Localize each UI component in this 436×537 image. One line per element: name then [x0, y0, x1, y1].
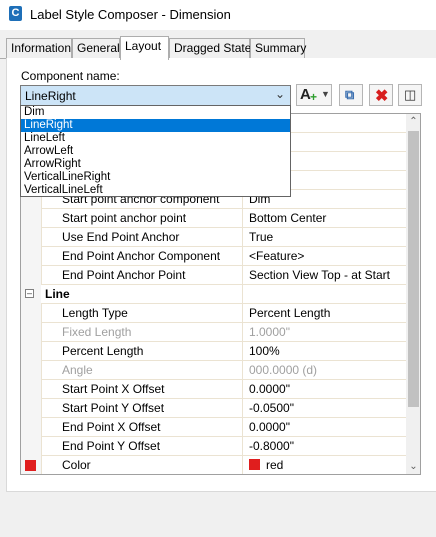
property-name: End Point Y Offset: [41, 437, 243, 456]
vertical-scrollbar[interactable]: ⌃ ⌄: [406, 114, 420, 474]
plus-icon: +: [310, 90, 318, 104]
scroll-down-icon[interactable]: ⌄: [406, 459, 420, 474]
table-row[interactable]: End Point Anchor Component <Feature>: [21, 247, 406, 266]
scrollbar-thumb[interactable]: [408, 131, 419, 407]
tab-summary[interactable]: Summary: [250, 38, 306, 59]
tab-information[interactable]: Information: [6, 38, 72, 59]
dropdown-option[interactable]: ArrowLeft: [21, 145, 290, 158]
dropdown-option[interactable]: Dim: [21, 106, 290, 119]
property-value[interactable]: Section View Top - at Start: [243, 266, 406, 285]
table-row[interactable]: Use End Point Anchor True: [21, 228, 406, 247]
property-value[interactable]: <Feature>: [243, 247, 406, 266]
delete-component-button[interactable]: ✖: [369, 84, 393, 106]
component-name-label: Component name:: [21, 69, 120, 83]
app-icon: C: [9, 6, 22, 21]
copy-component-icon: ⧉: [345, 87, 355, 102]
property-name: Use End Point Anchor: [41, 228, 243, 247]
property-name: Fixed Length: [41, 323, 243, 342]
chevron-down-icon[interactable]: ⌄: [275, 87, 285, 101]
category-row-line[interactable]: – Line: [21, 285, 406, 304]
title-bar: C Label Style Composer - Dimension: [0, 0, 436, 30]
table-row[interactable]: End Point Anchor Point Section View Top -…: [21, 266, 406, 285]
table-row[interactable]: End Point Y Offset -0.8000": [21, 437, 406, 456]
dropdown-option[interactable]: VerticalLineRight: [21, 171, 290, 184]
table-row: Angle 000.0000 (d): [21, 361, 406, 380]
dropdown-option[interactable]: ArrowRight: [21, 158, 290, 171]
color-swatch: [249, 459, 260, 470]
property-name: Length Type: [41, 304, 243, 323]
property-name: End Point Anchor Component: [41, 247, 243, 266]
component-name-value: LineRight: [25, 89, 76, 103]
copy-component-button[interactable]: ⧉: [339, 84, 363, 106]
property-value[interactable]: True: [243, 228, 406, 247]
property-value[interactable]: Percent Length: [243, 304, 406, 323]
collapse-icon[interactable]: –: [25, 289, 34, 298]
property-name: End Point X Offset: [41, 418, 243, 437]
category-label: Line: [41, 285, 243, 304]
scroll-up-icon[interactable]: ⌃: [406, 114, 420, 129]
property-value: 1.0000": [249, 325, 290, 339]
table-row[interactable]: End Point X Offset 0.0000": [21, 418, 406, 437]
property-value[interactable]: red: [243, 456, 406, 474]
property-value[interactable]: 0.0000": [243, 418, 406, 437]
delete-icon: ✖: [375, 88, 389, 105]
table-row[interactable]: Start point anchor point Bottom Center: [21, 209, 406, 228]
component-name-combo[interactable]: LineRight ⌄: [20, 85, 291, 106]
property-name: Angle: [41, 361, 243, 380]
tab-strip: Information General Layout Dragged State…: [0, 36, 436, 60]
dropdown-arrow-icon: ▼: [321, 89, 330, 99]
property-value[interactable]: 100%: [243, 342, 406, 361]
window-title: Label Style Composer - Dimension: [30, 7, 231, 22]
property-value[interactable]: Bottom Center: [243, 209, 406, 228]
property-name: Start point anchor point: [41, 209, 243, 228]
property-name: Start Point Y Offset: [41, 399, 243, 418]
color-swatch: [25, 460, 36, 471]
table-row[interactable]: Start Point X Offset 0.0000": [21, 380, 406, 399]
draw-order-button[interactable]: ◫: [398, 84, 422, 106]
tab-layout[interactable]: Layout: [120, 36, 169, 60]
property-value[interactable]: -0.8000": [243, 437, 406, 456]
property-name: Start Point X Offset: [41, 380, 243, 399]
table-row[interactable]: Color red: [21, 456, 406, 474]
property-name: Color: [41, 456, 243, 474]
property-name: End Point Anchor Point: [41, 266, 243, 285]
table-row[interactable]: Start Point Y Offset -0.0500": [21, 399, 406, 418]
property-value[interactable]: -0.0500": [243, 399, 406, 418]
table-row[interactable]: Percent Length 100%: [21, 342, 406, 361]
color-value: red: [266, 458, 284, 472]
table-row: Fixed Length 1.0000": [21, 323, 406, 342]
dropdown-option[interactable]: LineLeft: [21, 132, 290, 145]
component-draw-order-icon: ◫: [404, 87, 417, 102]
add-component-button[interactable]: A + ▼: [296, 84, 332, 106]
tab-general[interactable]: General: [72, 38, 120, 59]
tab-dragged-state[interactable]: Dragged State: [169, 38, 251, 59]
property-name: Percent Length: [41, 342, 243, 361]
dropdown-option-selected[interactable]: LineRight: [21, 119, 290, 132]
table-row[interactable]: Length Type Percent Length: [21, 304, 406, 323]
property-value[interactable]: 0.0000": [243, 380, 406, 399]
component-dropdown-list: Dim LineRight LineLeft ArrowLeft ArrowRi…: [20, 105, 291, 197]
property-value: 000.0000 (d): [249, 363, 318, 377]
dropdown-option[interactable]: VerticalLineLeft: [21, 184, 290, 197]
